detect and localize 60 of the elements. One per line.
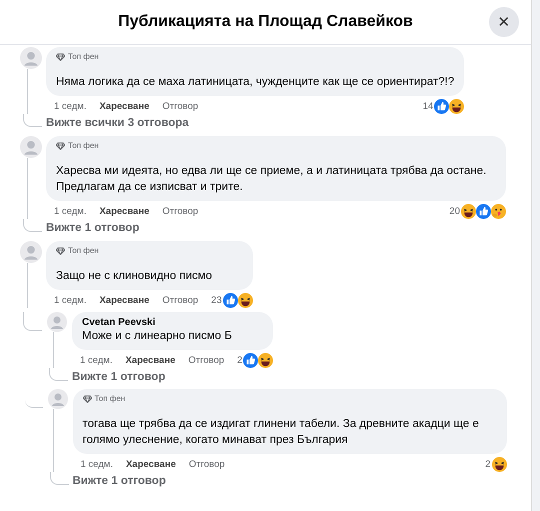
avatar[interactable] (48, 389, 68, 409)
thread-connector (49, 368, 68, 381)
reaction-count[interactable]: 2 (485, 459, 490, 470)
diamond-icon (56, 142, 65, 150)
comment-time[interactable]: 1 седм. (54, 101, 86, 112)
view-replies-link[interactable]: Вижте 1 отговор (72, 371, 166, 383)
reply-link[interactable]: Отговор (162, 206, 198, 217)
diamond-icon (82, 395, 92, 403)
view-replies-link[interactable]: Вижте 1 отговор (72, 475, 166, 487)
author-name[interactable]: Cvetan Peevski (82, 317, 264, 328)
like-link[interactable]: Харесване (99, 101, 150, 112)
comment-text: Може и с линеарно писмо Б (82, 329, 233, 344)
comment-time[interactable]: 1 седм. (54, 295, 86, 306)
comment-text: Няма логика да се маха латиницата, чужденците как ще се ориентират?!? (56, 75, 454, 90)
comment-time[interactable]: 1 седм. (80, 459, 113, 470)
like-link[interactable]: Харесване (99, 295, 150, 306)
diamond-icon (56, 247, 65, 255)
avatar[interactable] (47, 312, 67, 332)
comment-text: тогава ще трябва да се издигат глинени табели. За древните акадци ще е голямо улеснение, когато минават през България (82, 417, 480, 448)
reply-link[interactable]: Отговор (188, 459, 225, 470)
comment-time[interactable]: 1 седм. (54, 206, 86, 217)
reaction-count[interactable]: 2 (237, 355, 242, 366)
like-icon (476, 204, 491, 219)
comment-time[interactable]: 1 седм. (80, 355, 112, 366)
dialog-title: Публикацията на Площад Славейков (118, 13, 413, 31)
close-button[interactable]: ✕ (489, 7, 519, 37)
comment-text: Защо не с клиновидно писмо (56, 269, 214, 284)
hugging-face-icon (491, 204, 506, 219)
thread-connector (50, 472, 68, 485)
like-icon (222, 293, 238, 308)
reply-link[interactable]: Отговор (162, 101, 198, 112)
avatar[interactable] (20, 136, 42, 158)
view-replies-link[interactable]: Вижте 1 отговор (46, 222, 140, 234)
like-link[interactable]: Харесване (125, 355, 176, 366)
avatar[interactable] (20, 47, 42, 69)
reaction-count[interactable]: 20 (449, 206, 460, 217)
thread-connector (23, 114, 42, 127)
top-fan-label: Топ фен (68, 246, 99, 256)
top-fan-label: Топ фен (94, 394, 126, 404)
like-link[interactable]: Харесване (126, 459, 176, 470)
reply-link[interactable]: Отговор (162, 295, 198, 306)
reaction-count[interactable]: 23 (211, 295, 222, 306)
thread-connector (23, 219, 42, 232)
top-fan-label: Топ фен (68, 52, 99, 62)
reaction-count[interactable]: 14 (422, 101, 434, 112)
view-replies-link[interactable]: Вижте всички 3 отговора (46, 117, 189, 129)
laughing-face-icon (258, 353, 274, 368)
laughing-face-icon (238, 293, 253, 308)
laughing-face-icon (461, 204, 476, 219)
top-fan-label: Топ фен (68, 141, 99, 151)
like-link[interactable]: Харесване (99, 206, 150, 217)
like-icon (243, 353, 258, 368)
laughing-face-icon (449, 99, 464, 114)
comment-text: Харесва ми идеята, но едва ли ще се приеме, а и латиницата трябва да остане. Предлагам да се изписват и трите. (56, 164, 488, 195)
like-icon (434, 99, 450, 114)
diamond-icon (56, 53, 65, 61)
laughing-face-icon (492, 457, 506, 472)
reply-link[interactable]: Отговор (188, 355, 224, 366)
thread-connector (23, 312, 42, 331)
avatar[interactable] (20, 241, 42, 263)
